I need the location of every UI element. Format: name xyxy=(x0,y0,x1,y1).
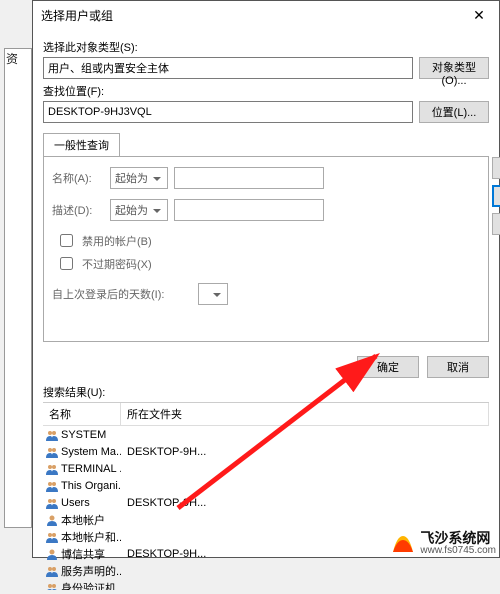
description-mode-select[interactable]: 起始为 xyxy=(110,199,168,221)
table-row[interactable]: System Ma...DESKTOP-9H... xyxy=(43,443,489,460)
watermark-text: 飞沙系统网 xyxy=(420,531,496,545)
stop-button[interactable]: 停止(T) xyxy=(492,213,500,235)
name-input[interactable] xyxy=(174,167,324,189)
description-label: 描述(D): xyxy=(52,202,104,218)
results-header: 名称 所在文件夹 xyxy=(43,402,489,426)
days-since-logon-label: 自上次登录后的天数(I): xyxy=(52,286,192,302)
column-name[interactable]: 名称 xyxy=(43,403,121,425)
table-row[interactable]: SYSTEM xyxy=(43,426,489,443)
results-list[interactable]: SYSTEMSystem Ma...DESKTOP-9H...TERMINAL … xyxy=(43,426,489,590)
cancel-button[interactable]: 取消 xyxy=(427,356,489,378)
description-input[interactable] xyxy=(174,199,324,221)
dialog-title: 选择用户或组 xyxy=(41,7,113,24)
disabled-accounts-box[interactable] xyxy=(60,234,73,247)
disabled-accounts-checkbox[interactable]: 禁用的帐户(B) xyxy=(56,231,480,250)
table-row[interactable]: 服务声明的... xyxy=(43,562,489,579)
name-label: 名称(A): xyxy=(52,170,104,186)
location-input[interactable] xyxy=(43,101,413,123)
watermark-logo-icon xyxy=(390,530,416,556)
location-label: 查找位置(F): xyxy=(43,83,489,99)
days-since-logon-select[interactable] xyxy=(198,283,228,305)
object-types-button[interactable]: 对象类型(O)... xyxy=(419,57,489,79)
columns-button[interactable]: 列(C)... xyxy=(492,157,500,179)
tab-common-queries[interactable]: 一般性查询 xyxy=(43,133,120,156)
select-user-or-group-dialog: 选择用户或组 ✕ 选择此对象类型(S): 对象类型(O)... 查找位置(F):… xyxy=(32,0,500,558)
watermark-url: www.fs0745.com xyxy=(420,545,496,556)
background-window xyxy=(4,48,32,528)
disabled-accounts-label: 禁用的帐户(B) xyxy=(82,233,152,249)
non-expiring-password-box[interactable] xyxy=(60,257,73,270)
table-row[interactable]: 身份验证机... xyxy=(43,579,489,590)
table-row[interactable]: 本地帐户 xyxy=(43,511,489,528)
query-panel: 名称(A): 起始为 描述(D): 起始为 禁用的帐户(B) 不过期密码(X) … xyxy=(43,156,489,342)
search-results-label: 搜索结果(U): xyxy=(43,384,489,400)
find-now-button[interactable]: 立即查找(N) xyxy=(492,185,500,207)
non-expiring-password-label: 不过期密码(X) xyxy=(82,256,152,272)
table-row[interactable]: UsersDESKTOP-9H... xyxy=(43,494,489,511)
locations-button[interactable]: 位置(L)... xyxy=(419,101,489,123)
table-row[interactable]: This Organi... xyxy=(43,477,489,494)
name-mode-select[interactable]: 起始为 xyxy=(110,167,168,189)
titlebar: 选择用户或组 ✕ xyxy=(33,1,499,29)
ok-button[interactable]: 确定 xyxy=(357,356,419,378)
object-type-input[interactable] xyxy=(43,57,413,79)
non-expiring-password-checkbox[interactable]: 不过期密码(X) xyxy=(56,254,480,273)
column-folder[interactable]: 所在文件夹 xyxy=(121,403,489,425)
close-button[interactable]: ✕ xyxy=(459,1,499,29)
background-window-label: 资 xyxy=(6,50,18,67)
table-row[interactable]: TERMINAL ... xyxy=(43,460,489,477)
watermark: 飞沙系统网 www.fs0745.com xyxy=(390,530,496,556)
object-type-label: 选择此对象类型(S): xyxy=(43,39,489,55)
